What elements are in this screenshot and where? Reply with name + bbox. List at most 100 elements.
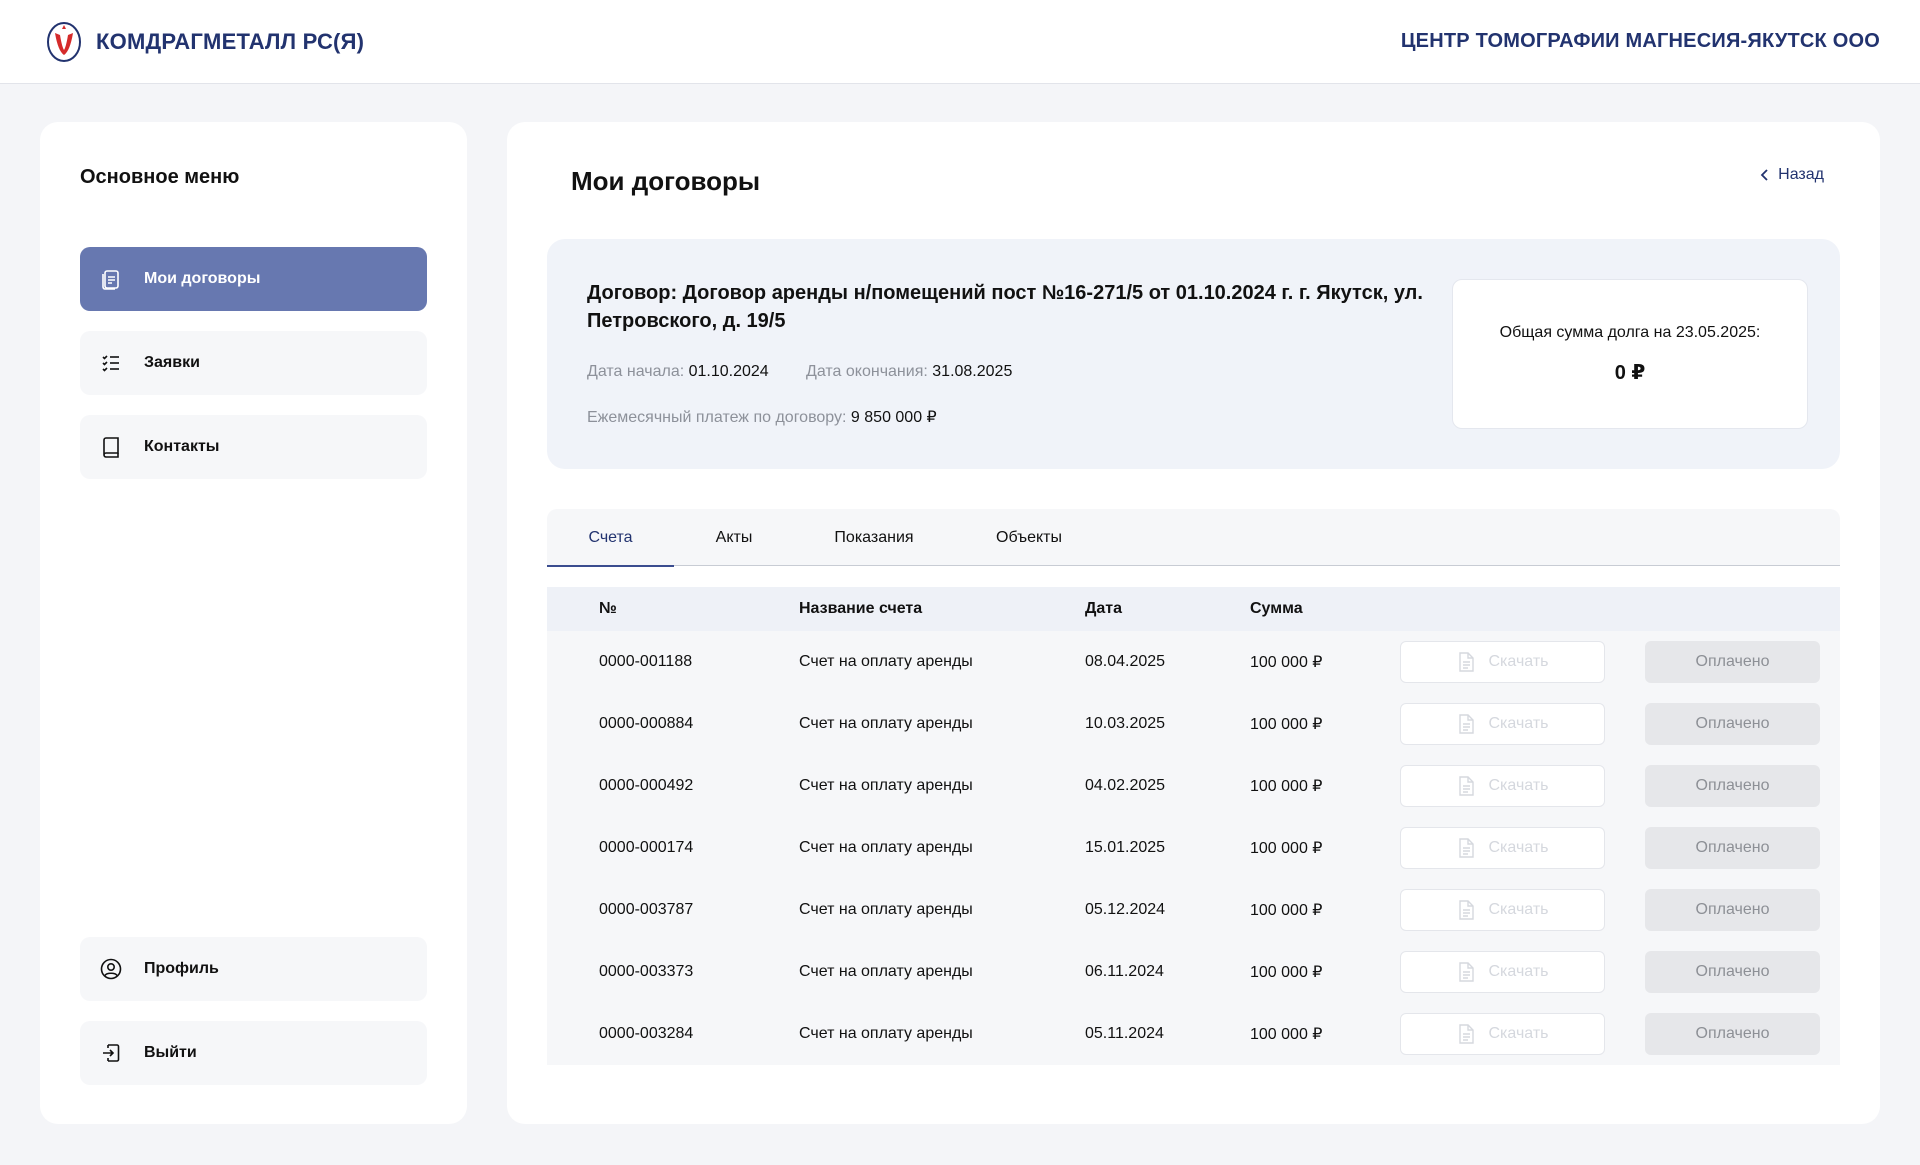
invoice-number: 0000-003373 [599,963,694,980]
invoice-date: 15.01.2025 [1085,839,1166,856]
download-button[interactable]: Скачать [1400,641,1605,683]
sidebar-item-my-contracts[interactable]: Мои договоры [80,247,427,311]
invoice-date: 05.12.2024 [1085,901,1166,918]
column-header-date: Дата [1085,600,1123,617]
sidebar-item-label: Выйти [144,1044,197,1061]
invoice-sum: 100 000 ₽ [1250,902,1323,919]
invoice-sum: 100 000 ₽ [1250,654,1323,671]
invoice-sum: 100 000 ₽ [1250,778,1323,795]
sidebar: Основное меню Мои договоры Заявки Контак… [40,122,467,1124]
tab-objects[interactable]: Объекты [954,509,1104,566]
download-label: Скачать [1488,839,1549,856]
page-title: Мои договоры [571,166,761,196]
back-label: Назад [1778,166,1824,183]
back-link[interactable]: Назад [1760,166,1824,184]
table-row: 0000-003373 Счет на оплату аренды 06.11.… [547,941,1840,1003]
paid-status-button[interactable]: Оплачено [1645,765,1820,807]
invoice-number: 0000-003787 [599,901,694,918]
start-date-value: 01.10.2024 [688,363,769,380]
download-label: Скачать [1488,963,1549,980]
download-button[interactable]: Скачать [1400,889,1605,931]
document-icon [102,270,119,290]
download-button[interactable]: Скачать [1400,703,1605,745]
company-logo-icon [46,21,82,63]
invoice-number: 0000-000884 [599,715,694,732]
organization-name: ЦЕНТР ТОМОГРАФИИ МАГНЕСИЯ-ЯКУТСК ООО [1400,30,1880,52]
contract-card: Договор: Договор аренды н/помещений пост… [547,239,1840,469]
payment-value: 9 850 000 ₽ [850,409,937,426]
sidebar-item-contacts[interactable]: Контакты [80,415,427,479]
invoice-date: 04.02.2025 [1085,777,1166,794]
paid-status-button[interactable]: Оплачено [1645,1013,1820,1055]
user-circle-icon [100,958,122,980]
contract-title: Договор: Договор аренды н/помещений пост… [587,282,1423,332]
table-body: 0000-001188 Счет на оплату аренды 08.04.… [547,631,1840,1065]
table-row: 0000-000174 Счет на оплату аренды 15.01.… [547,817,1840,879]
table-row: 0000-003284 Счет на оплату аренды 05.11.… [547,1003,1840,1065]
download-label: Скачать [1488,1025,1549,1042]
column-header-sum: Сумма [1250,600,1303,617]
brand[interactable]: КОМДРАГМЕТАЛЛ РС(Я) [46,21,364,63]
invoice-sum: 100 000 ₽ [1250,840,1323,857]
invoice-date: 05.11.2024 [1085,1025,1164,1042]
download-button[interactable]: Скачать [1400,951,1605,993]
tab-acts[interactable]: Акты [674,509,794,566]
paid-status-button[interactable]: Оплачено [1645,641,1820,683]
download-button[interactable]: Скачать [1400,827,1605,869]
paid-status-button[interactable]: Оплачено [1645,951,1820,993]
brand-name: КОМДРАГМЕТАЛЛ РС(Я) [96,28,365,54]
invoice-name: Счет на оплату аренды [799,715,973,732]
table-row: 0000-000492 Счет на оплату аренды 04.02.… [547,755,1840,817]
download-button[interactable]: Скачать [1400,765,1605,807]
invoice-number: 0000-000174 [599,839,694,856]
table-header: № Название счета Дата Сумма [547,587,1840,631]
book-icon [103,437,119,458]
invoice-date: 06.11.2024 [1085,963,1164,980]
invoice-number: 0000-000492 [599,777,694,794]
invoice-sum: 100 000 ₽ [1250,964,1323,981]
paid-status-button[interactable]: Оплачено [1645,889,1820,931]
tab-invoices[interactable]: Счета [547,509,674,567]
sidebar-item-label: Заявки [144,354,200,371]
sidebar-item-requests[interactable]: Заявки [80,331,427,395]
debt-label: Общая сумма долга на 23.05.2025: [1499,324,1761,341]
file-icon [1458,776,1474,796]
file-icon [1458,962,1474,982]
table-row: 0000-000884 Счет на оплату аренды 10.03.… [547,693,1840,755]
column-header-number: № [599,600,617,617]
invoice-date: 08.04.2025 [1085,653,1166,670]
paid-status-button[interactable]: Оплачено [1645,827,1820,869]
download-label: Скачать [1488,715,1549,732]
sidebar-item-logout[interactable]: Выйти [80,1021,427,1085]
start-date-label: Дата начала: [587,363,685,380]
top-header: КОМДРАГМЕТАЛЛ РС(Я) ЦЕНТР ТОМОГРАФИИ МАГ… [0,0,1920,84]
column-header-name: Название счета [799,600,923,617]
debt-amount: 0 ₽ [1614,362,1646,384]
invoice-name: Счет на оплату аренды [799,777,973,794]
payment-label: Ежемесячный платеж по договору: [587,409,847,426]
list-icon [102,355,119,372]
invoice-sum: 100 000 ₽ [1250,1026,1323,1043]
file-icon [1458,900,1474,920]
invoice-number: 0000-001188 [599,653,693,670]
table-row: 0000-003787 Счет на оплату аренды 05.12.… [547,879,1840,941]
sidebar-title: Основное меню [80,166,240,188]
tab-bar: Счета Акты Показания Объекты [547,509,1840,567]
download-button[interactable]: Скачать [1400,1013,1605,1055]
invoice-name: Счет на оплату аренды [799,653,973,670]
main-panel: Мои договоры Назад Договор: Договор арен… [507,122,1880,1124]
sidebar-item-label: Профиль [144,960,219,977]
invoice-sum: 100 000 ₽ [1250,716,1323,733]
download-label: Скачать [1488,777,1549,794]
invoice-date: 10.03.2025 [1085,715,1166,732]
paid-status-button[interactable]: Оплачено [1645,703,1820,745]
invoice-name: Счет на оплату аренды [799,1025,973,1042]
contract-monthly-payment: Ежемесячный платеж по договору: 9 850 00… [587,407,937,427]
tab-readings[interactable]: Показания [794,509,954,566]
sidebar-item-profile[interactable]: Профиль [80,937,427,1001]
invoice-name: Счет на оплату аренды [799,963,973,980]
debt-summary: Общая сумма долга на 23.05.2025: 0 ₽ [1452,279,1808,429]
file-icon [1458,838,1474,858]
file-icon [1458,714,1474,734]
chevron-left-icon [1760,169,1768,181]
